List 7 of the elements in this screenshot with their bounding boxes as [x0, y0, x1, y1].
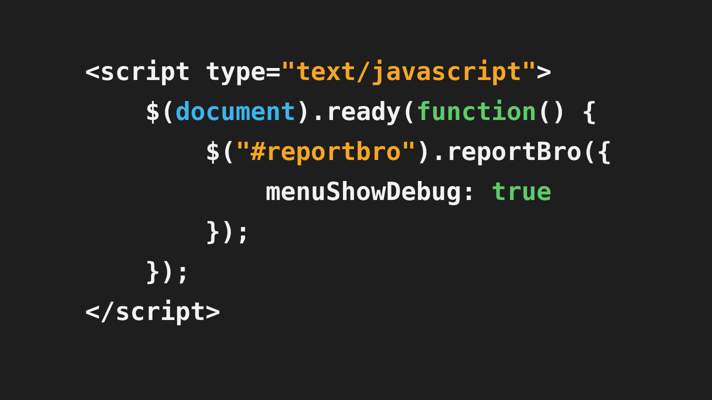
code-line: });: [204, 216, 251, 248]
code-line: <script type="text/javascript">: [85, 56, 552, 88]
code-line: $("#reportbro").reportBro({: [204, 136, 612, 168]
code-line: menuShowDebug: true: [264, 176, 552, 208]
code-line: });: [144, 256, 190, 288]
code-line: </script>: [85, 296, 220, 328]
code-line: $(document).ready(function() {: [144, 96, 597, 128]
